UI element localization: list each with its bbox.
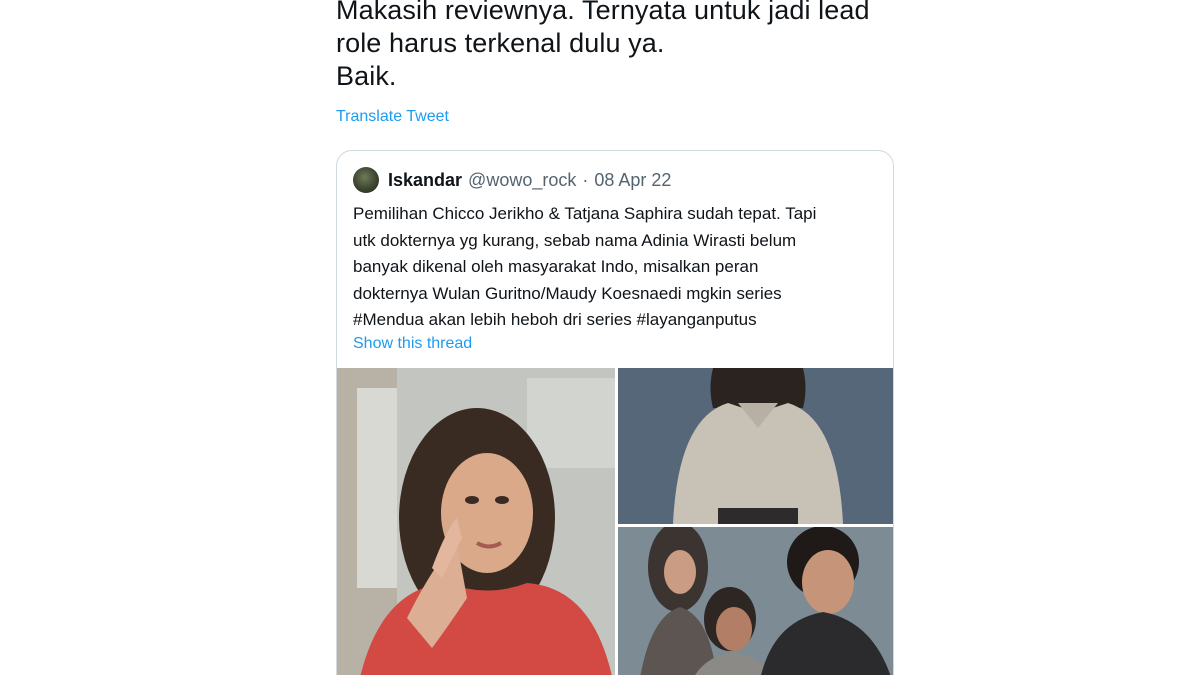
tweet-text-line: role harus terkenal dulu ya. — [336, 28, 665, 58]
author-handle[interactable]: @wowo_rock — [468, 170, 576, 191]
quoted-tweet-line: utk dokternya yg kurang, sebab nama Adin… — [353, 230, 797, 250]
tweet-text: Makasih reviewnya. Ternyata untuk jadi l… — [336, 0, 936, 93]
show-thread-link[interactable]: Show this thread — [353, 335, 472, 353]
quoted-tweet-line: dokternya Wulan Guritno/Maudy Koesnaedi … — [353, 283, 782, 303]
quoted-tweet-line: banyak dikenal oleh masyarakat Indo, mis… — [353, 257, 759, 276]
quoted-tweet-line: Pemilihan Chicco Jerikho & Tatjana Saphi… — [353, 204, 817, 223]
tweet-date[interactable]: 08 Apr 22 — [594, 170, 671, 191]
avatar[interactable] — [353, 167, 379, 193]
photo-movie-poster-trio[interactable] — [618, 527, 893, 675]
author-name[interactable]: Iskandar — [388, 170, 462, 191]
quoted-tweet-body: Pemilihan Chicco Jerikho & Tatjana Saphi… — [353, 201, 883, 334]
translate-tweet-link[interactable]: Translate Tweet — [336, 108, 449, 126]
tweet-page: Makasih reviewnya. Ternyata untuk jadi l… — [0, 0, 1200, 675]
photo-woman-beige-shirt[interactable] — [618, 368, 893, 524]
media-grid — [337, 368, 893, 675]
quoted-tweet-line: #Mendua akan lebih heboh dri series #lay… — [353, 310, 757, 329]
photo-woman-red-sweater[interactable] — [337, 368, 615, 675]
tweet-text-line: Baik. — [336, 61, 397, 91]
tweet-text-line: Makasih reviewnya. Ternyata untuk jadi l… — [336, 0, 870, 25]
quoted-tweet-card[interactable]: Iskandar @wowo_rock · 08 Apr 22 Pemiliha… — [336, 150, 894, 675]
separator-dot: · — [582, 169, 589, 190]
quoted-tweet-header: Iskandar @wowo_rock · 08 Apr 22 — [353, 167, 671, 193]
